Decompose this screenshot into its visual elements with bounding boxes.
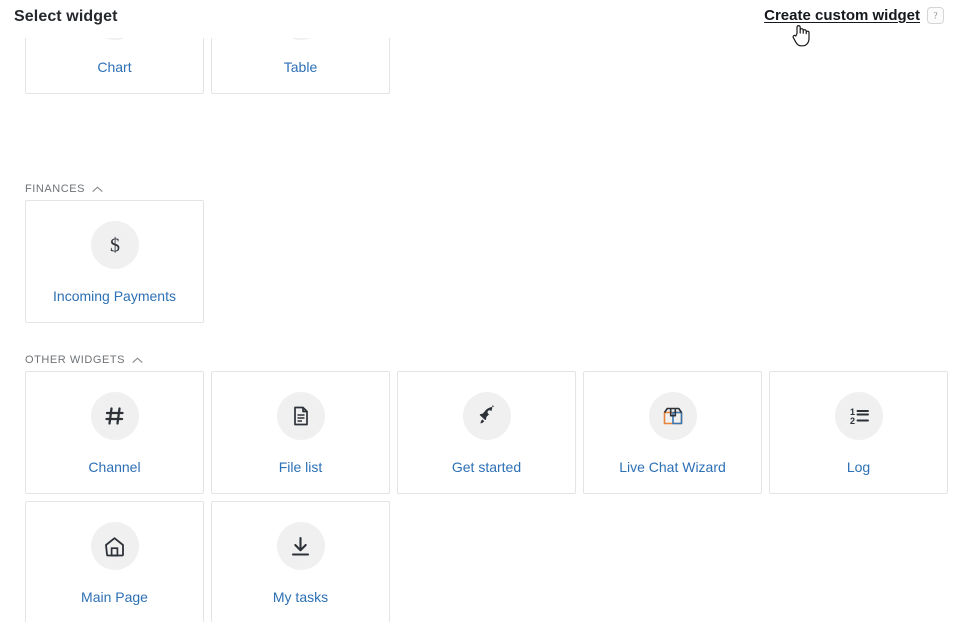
widget-label: Log — [846, 459, 871, 475]
box-icon — [648, 392, 697, 440]
section-header-other-widgets[interactable]: OTHER WIDGETS — [0, 352, 143, 368]
document-icon — [276, 392, 325, 440]
help-button[interactable]: ? — [927, 7, 944, 24]
section-title: OTHER WIDGETS — [25, 354, 126, 366]
widget-scroll-area[interactable]: Chart Table FINANCES $ Incoming Payments… — [0, 0, 958, 622]
home-icon — [90, 522, 139, 570]
widget-group-finances: $ Incoming Payments — [0, 200, 204, 323]
widget-label: File list — [278, 459, 323, 475]
widget-card-my-tasks[interactable]: My tasks — [211, 501, 390, 622]
widget-label: Live Chat Wizard — [619, 459, 726, 475]
widget-card-incoming-payments[interactable]: $ Incoming Payments — [25, 200, 204, 323]
svg-text:2: 2 — [850, 416, 855, 426]
widget-card-log[interactable]: 1 2 Log — [769, 371, 948, 494]
page-title: Select widget — [14, 8, 118, 25]
widget-grid-other-widgets: Channel File list Get started Live Chat … — [0, 371, 958, 622]
download-icon — [276, 522, 325, 570]
widget-grid-finances: $ Incoming Payments — [0, 200, 204, 323]
page-header: Select widget Create custom widget ? — [0, 0, 958, 38]
widget-card-channel[interactable]: Channel — [25, 371, 204, 494]
question-mark-icon: ? — [930, 10, 941, 21]
chevron-up-icon[interactable] — [92, 185, 103, 193]
create-custom-widget-link[interactable]: Create custom widget — [764, 7, 920, 24]
hash-icon — [90, 392, 139, 440]
widget-label: Main Page — [81, 589, 148, 605]
chevron-up-icon[interactable] — [132, 356, 143, 364]
widget-group-other-widgets: Channel File list Get started Live Chat … — [0, 371, 958, 622]
dollar-sign-icon: $ — [90, 221, 139, 269]
widget-label: Chart — [97, 59, 132, 75]
section-header-finances[interactable]: FINANCES — [0, 181, 103, 197]
widget-card-main-page[interactable]: Main Page — [25, 501, 204, 622]
widget-label: Channel — [88, 459, 141, 475]
widget-card-live-chat-wizard[interactable]: Live Chat Wizard — [583, 371, 762, 494]
widget-card-get-started[interactable]: Get started — [397, 371, 576, 494]
svg-text:$: $ — [110, 235, 120, 257]
rocket-icon — [462, 392, 511, 440]
widget-card-file-list[interactable]: File list — [211, 371, 390, 494]
section-title: FINANCES — [25, 183, 86, 195]
widget-label: Table — [283, 59, 318, 75]
widget-label: Get started — [451, 459, 522, 475]
header-actions: Create custom widget ? — [764, 7, 944, 24]
select-widget-page: Chart Table FINANCES $ Incoming Payments… — [0, 0, 958, 622]
numbered-list-icon: 1 2 — [834, 392, 883, 440]
svg-text:?: ? — [934, 10, 938, 20]
widget-label: Incoming Payments — [53, 288, 176, 304]
widget-label: My tasks — [272, 589, 329, 605]
